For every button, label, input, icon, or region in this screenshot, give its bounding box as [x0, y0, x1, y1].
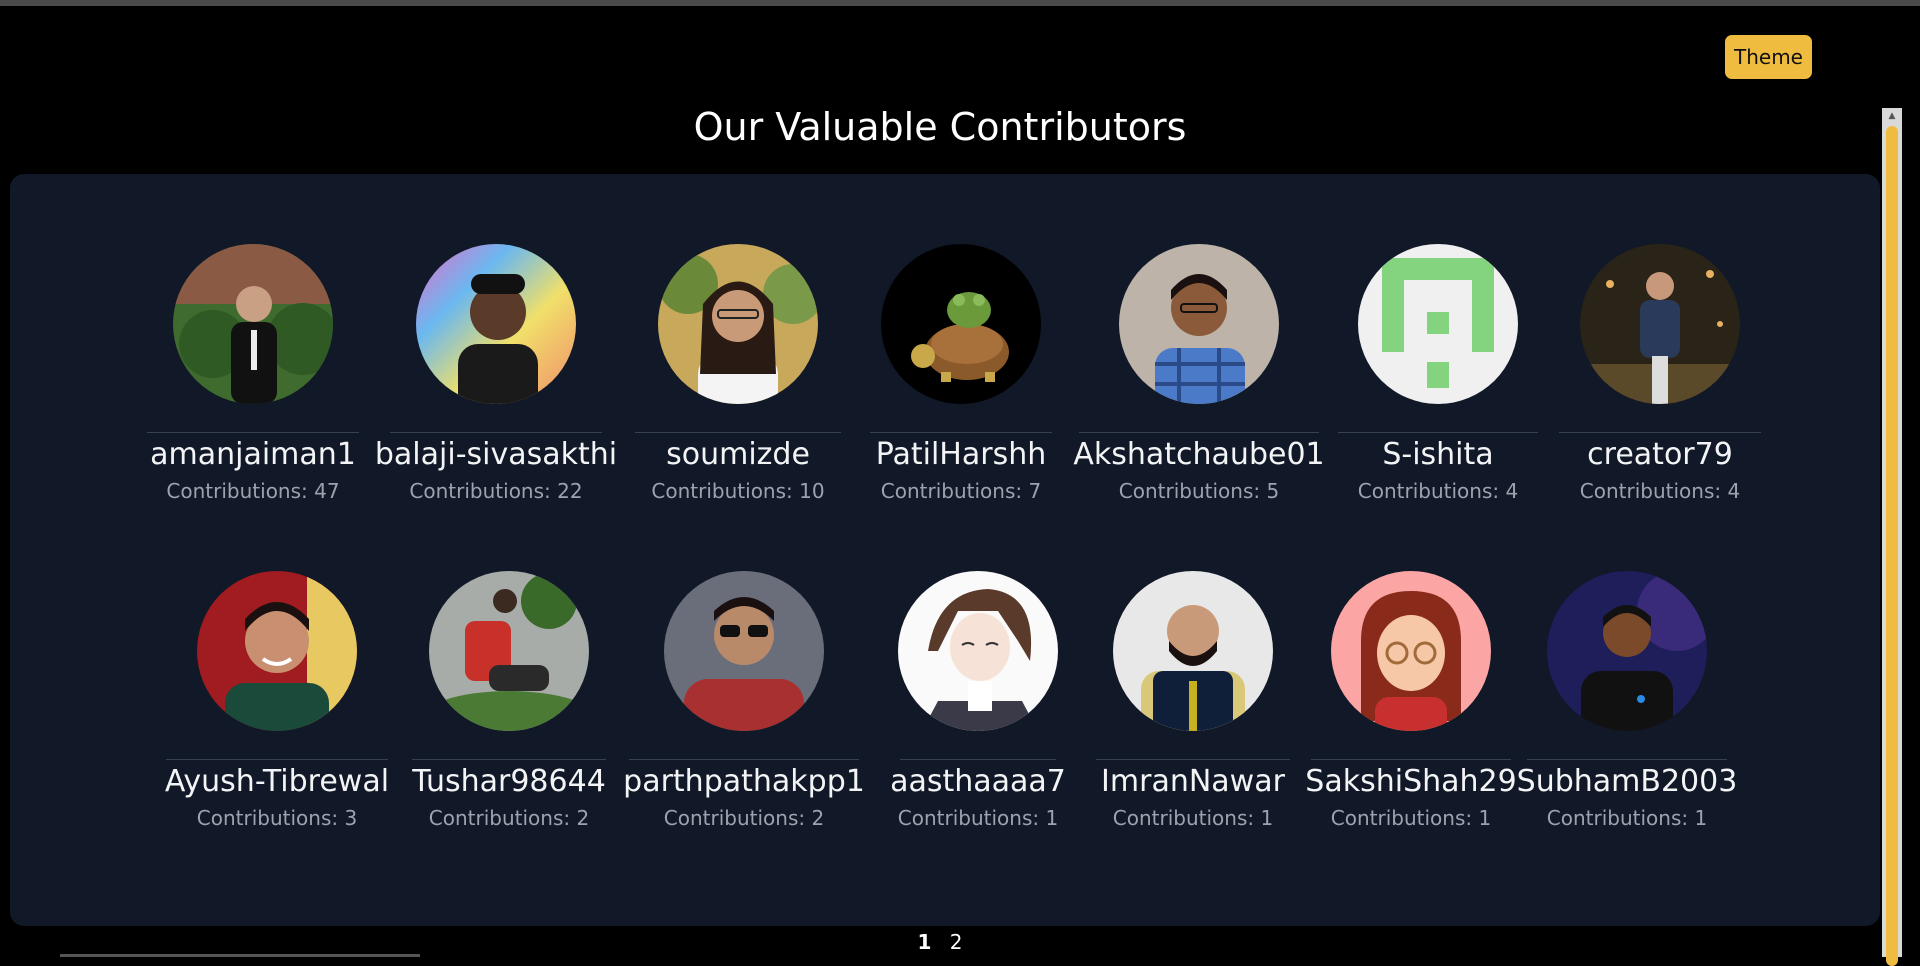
card-divider	[1338, 432, 1538, 433]
contribution-count: Contributions: 2	[428, 806, 590, 830]
theme-toggle-button[interactable]: Theme	[1725, 35, 1812, 79]
contributors-panel: amanjaiman1 Contributions: 47 balaji-siv…	[10, 174, 1880, 926]
contribution-count: Contributions: 3	[196, 806, 358, 830]
identicon-avatar	[1358, 244, 1518, 404]
contributor-name[interactable]: Ayush-Tibrewal	[147, 762, 407, 802]
contributor-name[interactable]: balaji-sivasakthi	[366, 435, 626, 475]
contribution-count: Contributions: 47	[166, 479, 340, 503]
browser-top-edge	[0, 0, 1920, 6]
contributor-card[interactable]: Ayush-Tibrewal Contributions: 3	[147, 571, 407, 832]
contributor-name[interactable]: Tushar98644	[379, 762, 639, 802]
card-divider	[412, 759, 606, 760]
contributor-card[interactable]: S-ishita Contributions: 4	[1308, 244, 1568, 505]
contributor-name[interactable]: S-ishita	[1308, 435, 1568, 475]
contributor-name[interactable]: Akshatchaube01	[1069, 435, 1329, 475]
contribution-count: Contributions: 22	[409, 479, 583, 503]
contribution-count: Contributions: 5	[1118, 479, 1280, 503]
page-1-link[interactable]: 1	[917, 930, 931, 954]
scroll-up-arrow-icon[interactable]: ▲	[1882, 108, 1902, 124]
anime-character-avatar	[898, 571, 1058, 731]
contributor-card[interactable]: PatilHarshh Contributions: 7	[831, 244, 1091, 505]
card-divider	[147, 432, 359, 433]
contributor-name[interactable]: SubhamB2003	[1497, 762, 1757, 802]
contribution-count: Contributions: 4	[1357, 479, 1519, 503]
card-divider	[1527, 759, 1727, 760]
contribution-count: Contributions: 10	[651, 479, 825, 503]
contributor-name[interactable]: PatilHarshh	[831, 435, 1091, 475]
contributor-card[interactable]: balaji-sivasakthi Contributions: 22	[366, 244, 626, 505]
card-divider	[1559, 432, 1761, 433]
contributor-card[interactable]: soumizde Contributions: 10	[608, 244, 868, 505]
contributor-card[interactable]: SubhamB2003 Contributions: 1	[1497, 571, 1757, 832]
contributor-card[interactable]: amanjaiman1 Contributions: 47	[123, 244, 383, 505]
person-photo-avatar	[1580, 244, 1740, 404]
card-divider	[635, 432, 841, 433]
card-divider	[390, 432, 602, 433]
contributor-name[interactable]: amanjaiman1	[123, 435, 383, 475]
person-photo-avatar	[1113, 571, 1273, 731]
page-title: Our Valuable Contributors	[693, 105, 1187, 149]
frog-on-turtle-avatar	[881, 244, 1041, 404]
cartoon-girl-avatar	[1331, 571, 1491, 731]
pagination: 1 2	[0, 930, 1880, 954]
contribution-count: Contributions: 2	[663, 806, 825, 830]
scrollbar-thumb[interactable]	[1886, 126, 1898, 966]
card-divider	[629, 759, 859, 760]
person-photo-avatar	[658, 244, 818, 404]
card-divider	[1311, 759, 1511, 760]
card-divider	[900, 759, 1056, 760]
card-divider	[870, 432, 1052, 433]
contribution-count: Contributions: 4	[1579, 479, 1741, 503]
contributor-name[interactable]: soumizde	[608, 435, 868, 475]
vertical-scrollbar[interactable]: ▲	[1882, 108, 1902, 966]
contribution-count: Contributions: 1	[1546, 806, 1708, 830]
contributor-card[interactable]: parthpathakpp1 Contributions: 2	[614, 571, 874, 832]
contributor-card[interactable]: creator79 Contributions: 4	[1530, 244, 1790, 505]
contributor-card[interactable]: Tushar98644 Contributions: 2	[379, 571, 639, 832]
person-photo-avatar	[664, 571, 824, 731]
person-photo-avatar	[416, 244, 576, 404]
person-photo-avatar	[173, 244, 333, 404]
contributor-name[interactable]: creator79	[1530, 435, 1790, 475]
person-photo-avatar	[1547, 571, 1707, 731]
person-photo-avatar	[1119, 244, 1279, 404]
person-photo-avatar	[429, 571, 589, 731]
card-divider	[1079, 432, 1319, 433]
card-divider	[1096, 759, 1290, 760]
contributor-card[interactable]: Akshatchaube01 Contributions: 5	[1069, 244, 1329, 505]
contributor-name[interactable]: parthpathakpp1	[614, 762, 874, 802]
page-2-link[interactable]: 2	[950, 930, 963, 954]
card-divider	[166, 759, 388, 760]
contribution-count: Contributions: 7	[880, 479, 1042, 503]
person-photo-avatar	[197, 571, 357, 731]
